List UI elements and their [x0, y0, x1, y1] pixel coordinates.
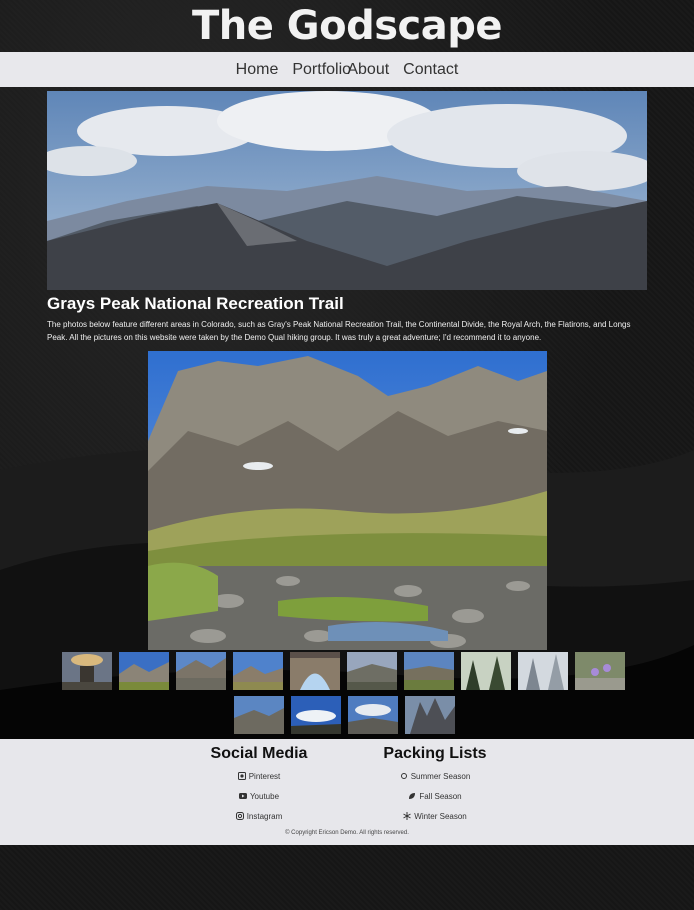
thumbnail[interactable]: [518, 652, 568, 690]
thumbnail[interactable]: [575, 652, 625, 690]
packing-lists-section: Packing Lists Summer Season Fall Season …: [380, 745, 490, 827]
thumbnail[interactable]: [405, 696, 455, 734]
thumbnail-row: [234, 696, 455, 734]
snowflake-icon: [403, 812, 412, 820]
thumbnail[interactable]: [233, 652, 283, 690]
fall-season-link[interactable]: Fall Season: [380, 787, 490, 807]
youtube-icon: [238, 793, 247, 799]
fall-season-label: Fall Season: [419, 792, 462, 801]
packing-lists-heading: Packing Lists: [383, 745, 487, 762]
pinterest-link[interactable]: Pinterest: [206, 767, 312, 787]
nav-portfolio-link[interactable]: Portfolio: [292, 61, 351, 79]
summer-season-label: Summer Season: [410, 772, 471, 781]
thumbnail[interactable]: [119, 652, 169, 690]
nav-contact-link[interactable]: Contact: [403, 61, 458, 79]
thumbnail[interactable]: [290, 652, 340, 690]
summer-season-link[interactable]: Summer Season: [380, 767, 490, 787]
section-heading: Grays Peak National Recreation Trail: [47, 294, 344, 313]
winter-season-label: Winter Season: [414, 812, 467, 821]
hero-image: [47, 91, 647, 290]
social-media-section: Social Media Pinterest Youtube Instagram: [206, 745, 312, 827]
pinterest-icon: [237, 772, 246, 780]
thumbnail[interactable]: [176, 652, 226, 690]
thumbnail[interactable]: [291, 696, 341, 734]
thumbnail[interactable]: [348, 696, 398, 734]
instagram-link[interactable]: Instagram: [206, 807, 312, 827]
nav-about-link[interactable]: About: [347, 61, 389, 79]
nav-home-link[interactable]: Home: [236, 61, 279, 79]
winter-season-link[interactable]: Winter Season: [380, 807, 490, 827]
intro-paragraph: The photos below feature different areas…: [47, 320, 631, 342]
featured-photo[interactable]: [148, 351, 547, 650]
thumbnail[interactable]: [347, 652, 397, 690]
thumbnail[interactable]: [404, 652, 454, 690]
thumbnail[interactable]: [62, 652, 112, 690]
leaf-icon: [409, 793, 416, 799]
main-nav: Home Portfolio About Contact: [0, 52, 694, 87]
site-title: The Godscape: [191, 3, 503, 49]
instagram-label: Instagram: [246, 812, 283, 821]
social-media-heading: Social Media: [210, 745, 308, 762]
site-header: The Godscape: [0, 0, 694, 52]
copyright-text: © Copyright Ericson Demo. All rights res…: [285, 830, 409, 836]
pinterest-label: Pinterest: [248, 772, 281, 781]
thumbnail[interactable]: [461, 652, 511, 690]
sun-icon: [400, 773, 407, 779]
instagram-icon: [235, 812, 244, 820]
thumbnail[interactable]: [234, 696, 284, 734]
youtube-label: Youtube: [249, 792, 280, 801]
site-footer: Social Media Pinterest Youtube Instagram…: [0, 739, 694, 845]
youtube-link[interactable]: Youtube: [206, 787, 312, 807]
thumbnail-row: [62, 652, 625, 690]
